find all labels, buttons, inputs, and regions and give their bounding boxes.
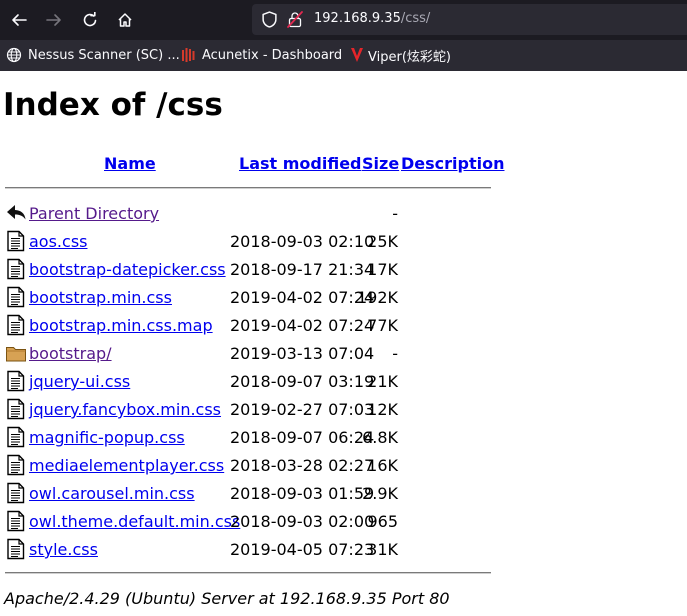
- reload-button[interactable]: [78, 8, 102, 32]
- file-date: 2018-09-17 21:34: [230, 260, 375, 279]
- file-size: 16K: [367, 456, 398, 475]
- footer-divider: [5, 572, 491, 574]
- table-row: Parent Directory -: [0, 200, 500, 228]
- header-divider: [5, 187, 491, 189]
- bookmark-label: Nessus Scanner (SC) ...: [28, 47, 180, 63]
- document-icon: [5, 426, 27, 448]
- column-header-last-modified[interactable]: Last modified: [239, 154, 362, 174]
- column-header-description[interactable]: Description: [401, 154, 504, 174]
- file-link[interactable]: aos.css: [29, 232, 87, 252]
- file-date: 2018-09-03 01:59: [230, 484, 375, 503]
- server-signature: Apache/2.4.29 (Ubuntu) Server at 192.168…: [4, 589, 450, 608]
- page-title: Index of /css: [3, 87, 223, 123]
- file-date: 2019-04-02 07:24: [230, 288, 375, 307]
- document-icon: [5, 230, 27, 252]
- file-link[interactable]: jquery.fancybox.min.css: [29, 400, 221, 420]
- file-date: 2019-04-02 07:24: [230, 316, 375, 335]
- column-header-name[interactable]: Name: [104, 154, 156, 174]
- file-size: 2.9K: [362, 484, 398, 503]
- table-row: bootstrap.min.css 2019-04-02 07:24 192K: [0, 284, 500, 312]
- home-icon: [118, 13, 132, 27]
- file-date: 2018-09-03 02:00: [230, 512, 375, 531]
- file-size: 25K: [367, 232, 398, 251]
- file-date: 2018-09-07 03:19: [230, 372, 375, 391]
- file-date: 2019-04-05 07:23: [230, 540, 375, 559]
- file-size: 77K: [367, 316, 398, 335]
- back-arrow-icon: [5, 202, 27, 224]
- file-date: 2018-03-28 02:27: [230, 456, 375, 475]
- file-date: 2019-02-27 07:03: [230, 400, 375, 419]
- file-size: 6.8K: [362, 428, 398, 447]
- file-link[interactable]: owl.carousel.min.css: [29, 484, 195, 504]
- file-size: 965: [367, 512, 398, 531]
- file-link[interactable]: bootstrap.min.css: [29, 288, 172, 308]
- file-size: 31K: [367, 540, 398, 559]
- url-bar[interactable]: 192.168.9.35/css/: [252, 4, 687, 35]
- file-link[interactable]: Parent Directory: [29, 204, 159, 224]
- bookmarks-bar: Nessus Scanner (SC) ... Acunetix - Dashb…: [0, 40, 687, 71]
- bookmark-viper[interactable]: Viper(炫彩蛇): [350, 46, 451, 65]
- document-icon: [5, 314, 27, 336]
- table-row: style.css 2019-04-05 07:23 31K: [0, 536, 500, 564]
- file-link[interactable]: magnific-popup.css: [29, 428, 185, 448]
- table-row: jquery.fancybox.min.css 2019-02-27 07:03 1…: [0, 396, 500, 424]
- document-icon: [5, 398, 27, 420]
- reload-icon: [83, 12, 97, 27]
- column-header-size[interactable]: Size: [362, 154, 399, 174]
- table-row: jquery-ui.css 2018-09-07 03:19 21K: [0, 368, 500, 396]
- table-row: bootstrap/2019-03-13 07:04-: [0, 340, 500, 368]
- forward-button[interactable]: [42, 8, 66, 32]
- file-link[interactable]: bootstrap.min.css.map: [29, 316, 213, 336]
- bookmark-label: Acunetix - Dashboard: [202, 47, 343, 63]
- acunetix-icon: [180, 47, 196, 63]
- table-row: magnific-popup.css 2018-09-07 06:24 6.8K: [0, 424, 500, 452]
- file-link[interactable]: jquery-ui.css: [29, 372, 130, 392]
- file-size: 192K: [356, 288, 398, 307]
- document-icon: [5, 258, 27, 280]
- url-text: 192.168.9.35/css/: [314, 11, 430, 27]
- file-size: 12K: [367, 400, 398, 419]
- globe-icon: [6, 47, 22, 63]
- document-icon: [5, 482, 27, 504]
- document-icon: [5, 510, 27, 532]
- table-row: bootstrap.min.css.map 2019-04-02 07:24 77K: [0, 312, 500, 340]
- bookmark-nessus[interactable]: Nessus Scanner (SC) ...: [6, 46, 180, 64]
- document-icon: [5, 370, 27, 392]
- document-icon: [5, 286, 27, 308]
- home-button[interactable]: [113, 8, 137, 32]
- table-row: aos.css 2018-09-03 02:10 25K: [0, 228, 500, 256]
- insecure-lock-icon[interactable]: [287, 11, 303, 32]
- file-size: 17K: [367, 260, 398, 279]
- back-button[interactable]: [7, 8, 31, 32]
- file-link[interactable]: owl.theme.default.min.css: [29, 512, 240, 532]
- file-size: 21K: [367, 372, 398, 391]
- forward-arrow-icon: [46, 14, 61, 26]
- bookmark-label: Viper(炫彩蛇): [368, 49, 451, 65]
- bookmark-acunetix[interactable]: Acunetix - Dashboard: [180, 46, 342, 64]
- file-size: -: [392, 344, 398, 363]
- file-date: 2019-03-13 07:04: [230, 344, 375, 363]
- url-path: /css/: [400, 11, 431, 26]
- file-link[interactable]: mediaelementplayer.css: [29, 456, 224, 476]
- table-row: mediaelementplayer.css 2018-03-28 02:27 16…: [0, 452, 500, 480]
- browser-toolbar: 192.168.9.35/css/: [0, 0, 687, 40]
- viper-icon: [350, 47, 364, 63]
- table-row: owl.theme.default.min.css 2018-09-03 02:0…: [0, 508, 500, 536]
- back-arrow-icon: [12, 14, 27, 26]
- folder-icon: [5, 342, 27, 364]
- file-link[interactable]: style.css: [29, 540, 98, 560]
- file-date: 2018-09-07 06:24: [230, 428, 375, 447]
- document-icon: [5, 538, 27, 560]
- file-size: -: [392, 204, 398, 223]
- url-host: 192.168.9.35: [314, 11, 401, 26]
- file-date: 2018-09-03 02:10: [230, 232, 375, 251]
- document-icon: [5, 454, 27, 476]
- file-link[interactable]: bootstrap/: [29, 344, 112, 364]
- table-row: owl.carousel.min.css 2018-09-03 01:59 2.9K: [0, 480, 500, 508]
- file-link[interactable]: bootstrap-datepicker.css: [29, 260, 226, 280]
- shield-icon[interactable]: [261, 11, 278, 32]
- table-row: bootstrap-datepicker.css 2018-09-17 21:34…: [0, 256, 500, 284]
